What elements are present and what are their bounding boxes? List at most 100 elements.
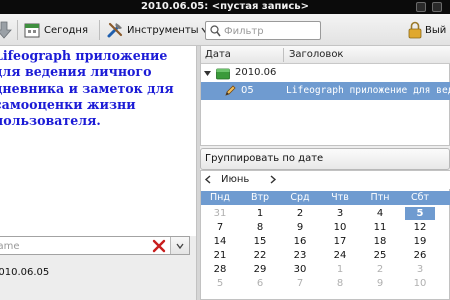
calendar-day[interactable]: 16 — [285, 235, 315, 248]
tools-icon — [106, 21, 124, 39]
entry-text-line: пользователя. — [0, 113, 101, 129]
calendar-day[interactable]: 3 — [325, 207, 355, 220]
pencil-icon — [224, 84, 237, 100]
column-date-header[interactable]: Дата — [205, 46, 231, 64]
calendar-day[interactable]: 10 — [405, 277, 435, 290]
calendar-day[interactable]: 1 — [325, 263, 355, 276]
calendar-day[interactable]: 8 — [325, 277, 355, 290]
tag-dropdown-button[interactable] — [170, 237, 189, 254]
logout-button-label: Вый — [425, 24, 447, 36]
close-window-button[interactable] — [432, 2, 442, 12]
filter-field[interactable] — [205, 21, 321, 40]
calendar-day[interactable]: 2 — [285, 207, 315, 220]
group-icon — [216, 68, 230, 83]
calendar-day[interactable]: 6 — [443, 207, 450, 220]
calendar-day[interactable]: 9 — [285, 221, 315, 234]
calendar-day[interactable]: 14 — [205, 235, 235, 248]
group-label: 2010.06 — [235, 67, 277, 78]
weekday-label: Срд — [290, 192, 310, 203]
prev-month-icon[interactable] — [204, 175, 211, 187]
calendar-day[interactable]: 9 — [365, 277, 395, 290]
entries-pane: Дата Заголовок 2010.06 05 Lifeograph при… — [200, 46, 450, 300]
calendar: Июнь Пнд Втр Срд Чтв Птн Сбт Вск 3112345… — [200, 170, 450, 300]
group-by-label: Группировать по дате — [205, 153, 324, 164]
calendar-today-icon — [24, 22, 40, 38]
calendar-day[interactable]: 22 — [245, 249, 275, 262]
calendar-day[interactable]: 3 — [405, 263, 435, 276]
weekday-label: Втр — [250, 192, 270, 203]
tools-menu-label: Инструменты — [127, 24, 199, 36]
calendar-day[interactable]: 24 — [325, 249, 355, 262]
list-group-row[interactable]: 2010.06 — [201, 66, 450, 82]
calendar-day[interactable]: 6 — [245, 277, 275, 290]
today-button[interactable]: Сегодня — [24, 14, 88, 46]
calendar-day[interactable]: 12 — [405, 221, 435, 234]
chevron-down-icon — [176, 242, 184, 253]
clear-icon[interactable] — [152, 239, 166, 253]
column-title-header[interactable]: Заголовок — [289, 46, 343, 64]
calendar-day[interactable]: 1 — [245, 207, 275, 220]
calendar-day[interactable]: 5 — [205, 277, 235, 290]
column-separator — [283, 48, 284, 62]
minimize-button[interactable] — [416, 2, 426, 12]
window-titlebar: 2010.06.05: <пустая запись> — [0, 0, 450, 14]
calendar-day[interactable]: 28 — [205, 263, 235, 276]
calendar-day-selected[interactable]: 5 — [405, 207, 435, 220]
calendar-day[interactable]: 17 — [325, 235, 355, 248]
weekday-label: Сбт — [410, 192, 430, 203]
lock-icon — [408, 21, 422, 39]
forward-button[interactable] — [0, 14, 14, 46]
calendar-day[interactable]: 4 — [365, 207, 395, 220]
calendar-month: Июнь — [221, 174, 250, 185]
calendar-day[interactable]: 2 — [365, 263, 395, 276]
tools-menu-button[interactable]: Инструменты — [106, 14, 209, 46]
calendar-day[interactable]: 26 — [405, 249, 435, 262]
filter-input[interactable] — [224, 24, 318, 38]
calendar-day[interactable]: 18 — [365, 235, 395, 248]
logout-button[interactable]: Вый — [408, 14, 446, 46]
entry-editor-pane: Lifeograph приложение для ведения личного… — [0, 46, 196, 300]
calendar-day[interactable]: 15 — [245, 235, 275, 248]
calendar-day[interactable]: 21 — [205, 249, 235, 262]
expander-icon[interactable] — [203, 69, 212, 81]
search-icon — [210, 25, 221, 40]
calendar-day[interactable]: 31 — [205, 207, 235, 220]
toolbar-separator — [99, 20, 100, 40]
calendar-day[interactable]: 30 — [285, 263, 315, 276]
calendar-day[interactable]: 11 — [365, 221, 395, 234]
weekday-label: Пнд — [210, 192, 230, 203]
weekday-label: Птн — [370, 192, 390, 203]
calendar-day[interactable]: 19 — [405, 235, 435, 248]
calendar-day[interactable]: 29 — [245, 263, 275, 276]
tag-combo[interactable] — [0, 236, 190, 255]
entry-text-line: самооценки жизни — [0, 96, 136, 112]
arrow-down-icon — [0, 21, 12, 39]
calendar-nav: Июнь — [201, 171, 450, 189]
main-toolbar: Сегодня Инструменты Вый — [0, 14, 450, 46]
calendar-day[interactable]: 11 — [443, 277, 450, 290]
calendar-day[interactable]: 7 — [205, 221, 235, 234]
entry-text-line: для ведения личного — [0, 64, 152, 80]
entry-title: Lifeograph приложение для ведения личног… — [286, 85, 450, 96]
calendar-day[interactable]: 4 — [443, 263, 450, 276]
window-title: 2010.06.05: <пустая запись> — [140, 1, 310, 12]
next-month-icon[interactable] — [270, 175, 277, 187]
entry-list[interactable]: Дата Заголовок 2010.06 05 Lifeograph при… — [200, 46, 450, 146]
group-by-date-button[interactable]: Группировать по дате — [200, 148, 450, 170]
calendar-day[interactable]: 8 — [245, 221, 275, 234]
calendar-day[interactable]: 23 — [285, 249, 315, 262]
calendar-day[interactable]: 7 — [285, 277, 315, 290]
calendar-day[interactable]: 10 — [325, 221, 355, 234]
tag-name-input[interactable] — [0, 239, 140, 253]
entry-date-label: 2010.06.05 — [0, 267, 50, 278]
calendar-day[interactable]: 20 — [443, 235, 450, 248]
toolbar-separator — [17, 20, 18, 40]
list-item-selected[interactable]: 05 Lifeograph приложение для ведения лич… — [201, 82, 450, 100]
entry-text-line: Lifeograph приложение — [0, 48, 168, 63]
entry-date: 05 — [241, 85, 254, 96]
weekday-label: Чтв — [331, 192, 349, 203]
calendar-day[interactable]: 27 — [443, 249, 450, 262]
calendar-day[interactable]: 25 — [365, 249, 395, 262]
entry-text-view[interactable]: Lifeograph приложение для ведения личного… — [0, 46, 196, 236]
calendar-day[interactable]: 13 — [443, 221, 450, 234]
